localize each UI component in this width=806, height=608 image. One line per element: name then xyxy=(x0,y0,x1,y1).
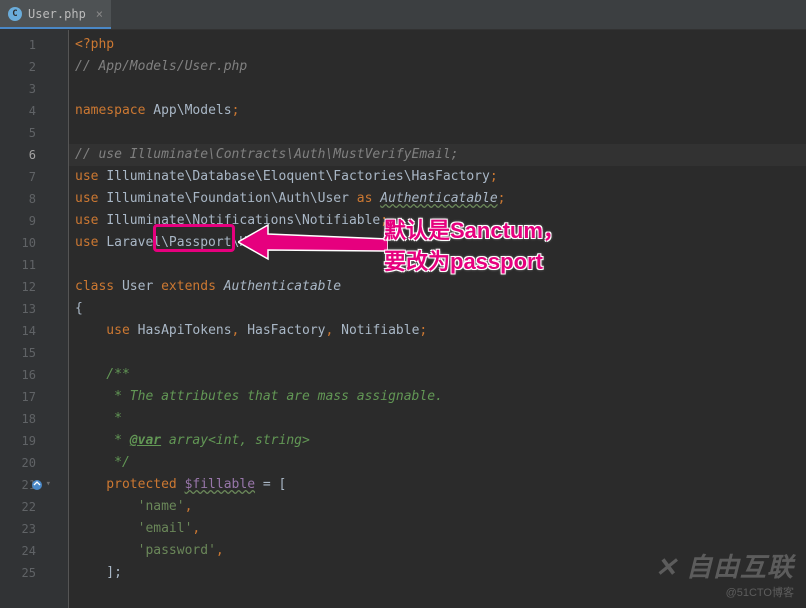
code-line-active: // use Illuminate\Contracts\Auth\MustVer… xyxy=(69,144,806,166)
php-file-icon: C xyxy=(8,7,22,21)
code-line: use Illuminate\Notifications\Notifiable; xyxy=(69,210,806,232)
code-line xyxy=(69,254,806,276)
line-number: 7 xyxy=(0,166,54,188)
code-line: // App/Models/User.php xyxy=(69,56,806,78)
code-line: use Illuminate\Foundation\Auth\User as A… xyxy=(69,188,806,210)
code-line xyxy=(69,122,806,144)
file-tab[interactable]: C User.php × xyxy=(0,0,111,29)
code-line: { xyxy=(69,298,806,320)
code-line: 'password', xyxy=(69,540,806,562)
tab-bar: C User.php × xyxy=(0,0,806,30)
tab-filename: User.php xyxy=(28,7,86,21)
line-number: 13 xyxy=(0,298,54,320)
line-number: 6 xyxy=(0,144,54,166)
code-line xyxy=(69,342,806,364)
code-line: use HasApiTokens, HasFactory, Notifiable… xyxy=(69,320,806,342)
line-number-gutter: 1 2 3 4 5 6 7 8 9 10 11 12 13 14 15 16 1… xyxy=(0,30,54,608)
close-icon[interactable]: × xyxy=(96,7,103,21)
line-number: 21 ▾ xyxy=(0,474,54,496)
code-line: use Illuminate\Database\Eloquent\Factori… xyxy=(69,166,806,188)
line-number: 9 xyxy=(0,210,54,232)
code-line: <?php xyxy=(69,34,806,56)
line-number: 10 xyxy=(0,232,54,254)
line-number: 24 xyxy=(0,540,54,562)
code-line: protected $fillable = [ xyxy=(69,474,806,496)
code-area[interactable]: <?php // App/Models/User.php namespace A… xyxy=(68,30,806,608)
line-number: 3 xyxy=(0,78,54,100)
code-line: 'name', xyxy=(69,496,806,518)
code-line: namespace App\Models; xyxy=(69,100,806,122)
line-number: 18 xyxy=(0,408,54,430)
line-number: 25 xyxy=(0,562,54,584)
code-editor[interactable]: 1 2 3 4 5 6 7 8 9 10 11 12 13 14 15 16 1… xyxy=(0,30,806,608)
line-number: 22 xyxy=(0,496,54,518)
code-line: * The attributes that are mass assignabl… xyxy=(69,386,806,408)
code-line: ]; xyxy=(69,562,806,584)
code-line: * @var array<int, string> xyxy=(69,430,806,452)
code-line: 'email', xyxy=(69,518,806,540)
code-line: */ xyxy=(69,452,806,474)
line-number: 20 xyxy=(0,452,54,474)
line-number: 15 xyxy=(0,342,54,364)
code-line: class User extends Authenticatable xyxy=(69,276,806,298)
line-number: 12 xyxy=(0,276,54,298)
fold-handle-icon[interactable]: ▾ xyxy=(42,480,51,489)
line-number: 2 xyxy=(0,56,54,78)
line-number: 14 xyxy=(0,320,54,342)
line-number: 23 xyxy=(0,518,54,540)
line-number: 17 xyxy=(0,386,54,408)
line-number: 1 xyxy=(0,34,54,56)
line-number: 8 xyxy=(0,188,54,210)
fold-gutter xyxy=(54,30,68,608)
code-line: * xyxy=(69,408,806,430)
code-line: use Laravel\Passport\HasApiTokens; xyxy=(69,232,806,254)
line-number: 11 xyxy=(0,254,54,276)
line-number: 4 xyxy=(0,100,54,122)
code-line: /** xyxy=(69,364,806,386)
line-number: 19 xyxy=(0,430,54,452)
line-number: 16 xyxy=(0,364,54,386)
code-line xyxy=(69,78,806,100)
line-number: 5 xyxy=(0,122,54,144)
